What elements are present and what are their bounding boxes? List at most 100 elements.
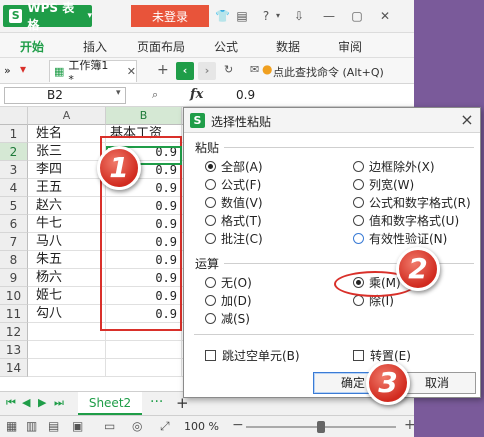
zoom-level[interactable]: 100 % <box>184 420 219 433</box>
column-header-a[interactable]: A <box>28 107 106 125</box>
close-tab-icon[interactable]: ✕ <box>127 65 136 78</box>
cell-name[interactable]: 赵六 <box>28 197 106 215</box>
cell-name[interactable]: 张三 <box>28 143 106 161</box>
row-header[interactable]: 5 <box>0 197 28 215</box>
tab-scroll-icon[interactable]: » <box>4 64 11 77</box>
row-header[interactable]: 3 <box>0 161 28 179</box>
column-header-b[interactable]: B <box>106 107 182 125</box>
eye-protect-icon[interactable]: ▭ <box>104 419 115 433</box>
last-sheet-icon[interactable]: ⏭ <box>54 396 64 410</box>
zoom-in-icon[interactable]: + <box>404 417 414 433</box>
paste-radio-1[interactable]: 列宽(W) <box>353 176 414 193</box>
next-sheet-icon[interactable]: ▶ <box>38 396 46 409</box>
cell-name[interactable]: 李四 <box>28 161 106 179</box>
pin-icon[interactable]: ▾ <box>20 62 26 76</box>
paste-radio-3[interactable]: 格式(T) <box>205 212 262 229</box>
checkbox-box <box>205 350 216 361</box>
row-header[interactable]: 1 <box>0 125 28 143</box>
paste-radio-0[interactable]: 全部(A) <box>205 158 263 175</box>
tab-review[interactable]: 审阅 <box>338 38 362 55</box>
cell-name[interactable] <box>28 341 106 359</box>
reading-mode-icon[interactable]: ▣ <box>72 419 83 433</box>
row-header[interactable]: 14 <box>0 359 28 377</box>
close-window-icon[interactable]: ✕ <box>378 9 392 23</box>
cell-name[interactable]: 勾八 <box>28 305 106 323</box>
paste-radio-4[interactable]: 有效性验证(N) <box>353 230 447 247</box>
op-radio-2[interactable]: 减(S) <box>205 310 250 327</box>
forward-arrow-icon[interactable]: › <box>198 62 216 80</box>
page-break-icon[interactable]: ▤ <box>48 419 59 433</box>
login-button[interactable]: 未登录 <box>131 5 209 27</box>
select-all-corner[interactable] <box>0 107 28 125</box>
fx-icon[interactable]: fx <box>190 87 203 102</box>
zoom-out-icon[interactable]: − <box>232 417 244 433</box>
row-header[interactable]: 12 <box>0 323 28 341</box>
paste-radio-4[interactable]: 批注(C) <box>205 230 263 247</box>
restore-ribbon-icon[interactable]: ⇩ <box>292 9 306 23</box>
formula-input[interactable]: 0.9 <box>222 87 412 104</box>
skip-blanks-checkbox[interactable]: 跳过空单元(B) <box>205 347 300 364</box>
first-sheet-icon[interactable]: ⏮ <box>6 396 16 410</box>
minimize-icon[interactable]: — <box>322 9 336 23</box>
document-tab[interactable]: ▦ 工作簿1 * ✕ <box>49 59 137 86</box>
op-radio-1[interactable]: 加(D) <box>205 292 252 309</box>
row-header[interactable]: 13 <box>0 341 28 359</box>
cell-name[interactable] <box>28 323 106 341</box>
tab-insert[interactable]: 插入 <box>83 38 107 55</box>
rotate-icon[interactable]: ↻ <box>224 63 233 76</box>
name-box[interactable]: B2 <box>4 87 126 104</box>
row-header[interactable]: 11 <box>0 305 28 323</box>
zoom-fit-icon[interactable]: ⤢ <box>160 419 170 434</box>
sheet-tab-sheet2[interactable]: Sheet2 <box>78 392 142 415</box>
row-header[interactable]: 10 <box>0 287 28 305</box>
tab-home[interactable]: 开始 <box>20 38 44 55</box>
zoom-slider-thumb[interactable] <box>317 421 325 433</box>
zoom-slider[interactable] <box>246 421 396 433</box>
cell-name[interactable]: 姬七 <box>28 287 106 305</box>
row-header[interactable]: 7 <box>0 233 28 251</box>
more-sheets-icon[interactable]: ··· <box>150 394 163 410</box>
radio-label: 公式和数字格式(R) <box>369 196 471 210</box>
maximize-icon[interactable]: ▢ <box>350 9 364 23</box>
cell-name[interactable] <box>28 359 106 377</box>
help-dropdown-icon[interactable]: ▾ <box>271 9 285 23</box>
paste-radio-2[interactable]: 公式和数字格式(R) <box>353 194 471 211</box>
cell-name[interactable]: 马八 <box>28 233 106 251</box>
cell-name[interactable]: 朱五 <box>28 251 106 269</box>
row-header[interactable]: 4 <box>0 179 28 197</box>
row-header[interactable]: 9 <box>0 269 28 287</box>
op-radio-0[interactable]: 无(O) <box>205 274 252 291</box>
namebox-dropdown-icon[interactable]: ▾ <box>116 88 121 98</box>
cell-name[interactable]: 王五 <box>28 179 106 197</box>
row-header[interactable]: 2 <box>0 143 28 161</box>
mail-icon[interactable]: ✉ <box>250 63 259 76</box>
zoom-search-icon[interactable]: ⌕ <box>152 88 158 102</box>
paste-radio-3[interactable]: 值和数字格式(U) <box>353 212 459 229</box>
app-menu-button[interactable]: S WPS 表格 ▾ <box>3 1 92 32</box>
radio-label: 加(D) <box>221 294 252 308</box>
paste-radio-2[interactable]: 数值(V) <box>205 194 263 211</box>
skin-icon[interactable]: 👕 <box>215 9 230 23</box>
tab-page-layout[interactable]: 页面布局 <box>137 38 185 55</box>
cell-salary[interactable] <box>106 341 182 359</box>
settings-icon[interactable]: ▤ <box>235 9 249 23</box>
cell-name[interactable]: 牛七 <box>28 215 106 233</box>
normal-view-icon[interactable]: ▦ <box>6 419 17 433</box>
paste-radio-0[interactable]: 边框除外(X) <box>353 158 435 175</box>
row-header[interactable]: 8 <box>0 251 28 269</box>
tab-data[interactable]: 数据 <box>276 38 300 55</box>
dialog-close-icon[interactable]: × <box>458 111 476 129</box>
tab-formulas[interactable]: 公式 <box>214 38 238 55</box>
dialog-title: 选择性粘贴 <box>211 115 272 129</box>
search-command-input[interactable]: 点此查找命令 (Alt+Q) <box>273 64 384 80</box>
focus-mode-icon[interactable]: ◎ <box>132 419 142 433</box>
paste-radio-1[interactable]: 公式(F) <box>205 176 261 193</box>
page-layout-icon[interactable]: ▥ <box>26 419 37 433</box>
row-header[interactable]: 6 <box>0 215 28 233</box>
new-tab-icon[interactable]: + <box>157 62 169 78</box>
cell-name[interactable]: 姓名 <box>28 125 106 143</box>
cell-salary[interactable] <box>106 359 182 377</box>
prev-sheet-icon[interactable]: ◀ <box>22 396 30 409</box>
cell-name[interactable]: 杨六 <box>28 269 106 287</box>
back-arrow-icon[interactable]: ‹ <box>176 62 194 80</box>
